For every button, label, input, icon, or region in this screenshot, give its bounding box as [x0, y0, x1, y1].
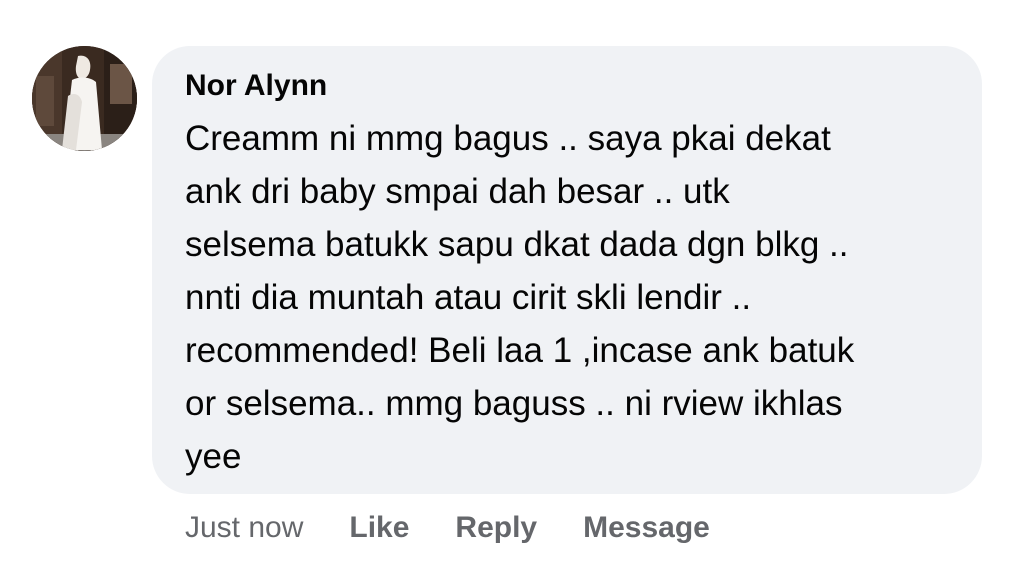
reply-button[interactable]: Reply [455, 511, 537, 545]
comment-row: Nor Alynn Creamm ni mmg bagus .. saya pk… [0, 0, 1024, 562]
like-button[interactable]: Like [349, 511, 409, 545]
comment-text: Creamm ni mmg bagus .. saya pkai dekat a… [185, 119, 855, 476]
message-button[interactable]: Message [583, 511, 710, 545]
comment-bubble: Nor Alynn Creamm ni mmg bagus .. saya pk… [152, 46, 982, 494]
comment-actions: Just now Like Reply Message [185, 506, 756, 550]
comment-timestamp[interactable]: Just now [185, 511, 303, 545]
avatar[interactable] [32, 46, 137, 151]
avatar-photo [32, 46, 137, 151]
comment-author-name[interactable]: Nor Alynn [185, 66, 327, 106]
